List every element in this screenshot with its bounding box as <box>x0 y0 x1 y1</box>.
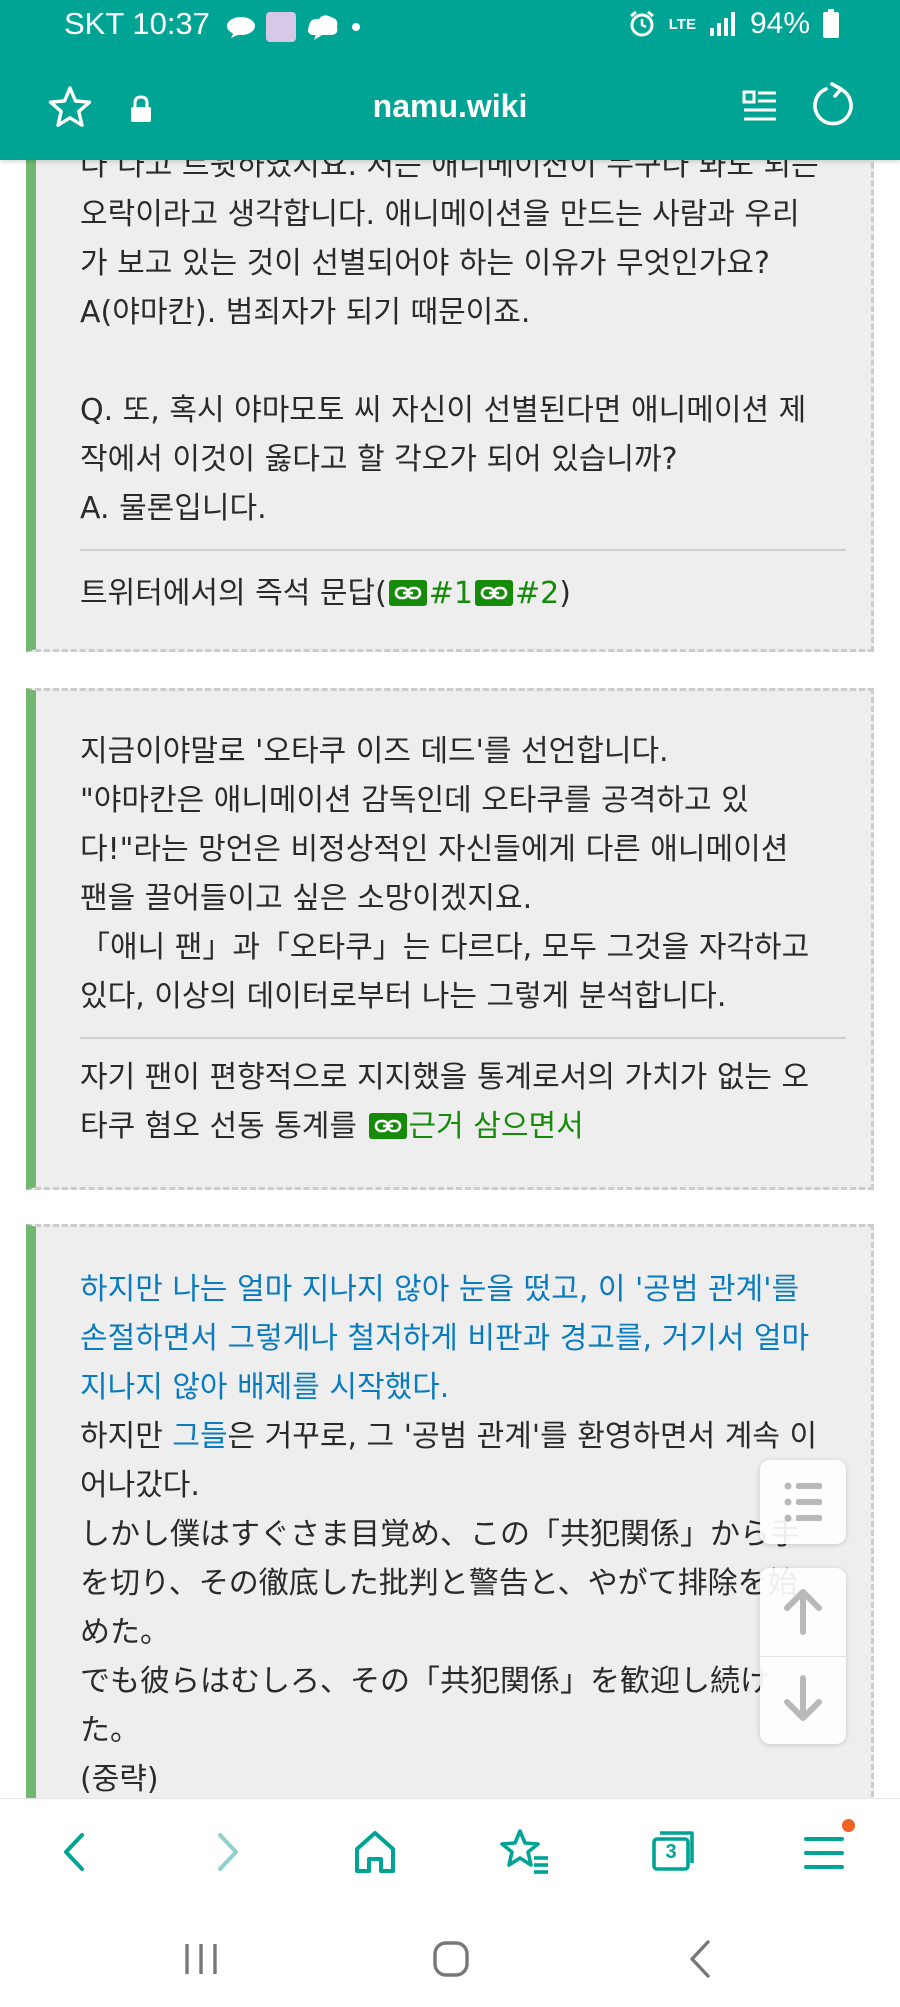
quote-text: 하지만 나는 얼마 지나지 않아 눈을 떴고, 이 '공범 관계'를 손절하면서… <box>80 1265 870 1804</box>
quote-text: 지금이야말로 '오타쿠 이즈 데드'를 선언합니다. "야마칸은 애니메이션 감… <box>80 727 870 1021</box>
profile-image-icon <box>266 12 296 42</box>
status-time: SKT 10:37 <box>64 6 210 41</box>
quote-block-2: 지금이야말로 '오타쿠 이즈 데드'를 선언합니다. "야마칸은 애니메이션 감… <box>26 688 874 1190</box>
quote-line: "야마칸은 애니메이션 감독인데 오타쿠를 공격하고 있 <box>80 783 749 818</box>
status-right: LTE 94% <box>627 7 840 41</box>
quote-line: 지금이야말로 '오타쿠 이즈 데드'를 선언합니다. <box>80 734 669 769</box>
menu-button[interactable] <box>798 1819 855 1879</box>
notification-icons <box>226 12 362 42</box>
tabs-button[interactable]: 3 <box>646 1825 700 1879</box>
tab-count: 3 <box>665 1841 677 1863</box>
quote-source: 자기 팬이 편향적으로 지지했을 통계로서의 가치가 없는 오 타쿠 혐오 선동… <box>80 1053 870 1151</box>
quote-line: A. 물론입니다. <box>80 491 267 526</box>
battery-percent: 94% <box>749 7 810 40</box>
browser-bottom-nav: 3 <box>0 1798 900 1903</box>
scroll-up-icon <box>784 1589 822 1635</box>
quote-line: 작에서 이것이 옳다고 할 각오가 되어 있습니까? <box>80 442 678 477</box>
reader-mode-icon[interactable] <box>740 86 780 126</box>
quote-line: (중략) <box>80 1762 159 1797</box>
external-link-icon[interactable] <box>475 580 514 606</box>
recent-apps-icon[interactable] <box>178 1936 224 1982</box>
quote-line: 「애니 팬」과「오타쿠」는 다르다, 모두 그것을 자각하고 <box>80 930 810 965</box>
quote-line: 하지만 <box>80 1419 173 1454</box>
quote-text: 다 다고 트윗하였지요. 저는 애니메이션이 누구나 봐도 되는 오락이라고 생… <box>80 141 870 533</box>
source-label: 트위터에서의 즉석 문답( <box>80 576 387 611</box>
quote-line: た。 <box>80 1713 140 1748</box>
back-system-icon[interactable] <box>678 1936 724 1982</box>
address-bar: namu.wiki <box>0 58 900 160</box>
quote-line: を切り、その徹底した批判と警告と、やがて排除を始 <box>80 1566 798 1601</box>
scroll-up-button[interactable] <box>760 1568 846 1657</box>
quote-line <box>80 337 870 386</box>
cloud-chat-icon <box>308 15 338 40</box>
scroll-down-icon <box>784 1675 822 1721</box>
network-type: LTE <box>668 15 696 33</box>
bookmarks-icon[interactable] <box>498 1825 552 1879</box>
system-nav-bar <box>0 1902 900 2007</box>
reload-icon[interactable] <box>806 80 858 132</box>
forward-icon[interactable] <box>200 1825 254 1879</box>
quote-block-1: 다 다고 트윗하였지요. 저는 애니메이션이 누구나 봐도 되는 오락이라고 생… <box>26 100 874 652</box>
chat-bubble-icon <box>227 17 255 38</box>
battery-icon <box>823 9 839 38</box>
source-line: 자기 팬이 편향적으로 지지했을 통계로서의 가치가 없는 오 <box>80 1060 810 1095</box>
scroll-down-button[interactable] <box>760 1656 846 1744</box>
back-icon[interactable] <box>48 1825 102 1879</box>
signal-icon <box>709 12 735 36</box>
quote-line: 은 거꾸로, 그 '공범 관계'를 환영하면서 계속 이 <box>227 1419 818 1454</box>
quote-divider <box>80 549 846 551</box>
status-bar: SKT 10:37 LTE 94% <box>0 0 900 58</box>
quote-line: 다!"라는 망언은 비정상적인 자신들에게 다른 애니메이션 <box>80 832 789 867</box>
quote-line: めた。 <box>80 1615 170 1650</box>
quote-line: A(야마칸). 범죄자가 되기 때문이죠. <box>80 295 531 330</box>
quote-line: Q. 또, 혹시 야마모토 씨 자신이 선별된다면 애니메이션 제 <box>80 393 807 428</box>
notification-dot <box>842 1819 855 1832</box>
alarm-icon <box>629 10 654 37</box>
quote-line: でも彼らはむしろ、その「共犯関係」を歓迎し続け <box>80 1664 770 1699</box>
quote-divider <box>80 1037 846 1039</box>
quote-source: 트위터에서의 즉석 문답( #1 #2) <box>80 569 870 618</box>
home-icon[interactable] <box>348 1825 402 1879</box>
source-line: 타쿠 혐오 선동 통계를 <box>80 1109 367 1144</box>
quote-line-highlight: 하지만 나는 얼마 지나지 않아 눈을 떴고, 이 '공범 관계'를 <box>80 1272 800 1307</box>
source-label-end: ) <box>559 576 571 611</box>
quote-line: 가 보고 있는 것이 선별되어야 하는 이유가 무엇인가요? <box>80 246 770 281</box>
dot-icon <box>352 23 360 31</box>
quote-block-3: 하지만 나는 얼마 지나지 않아 눈을 떴고, 이 '공범 관계'를 손절하면서… <box>26 1224 874 1824</box>
toc-button[interactable] <box>760 1460 846 1544</box>
source-link-1[interactable]: #1 <box>429 576 473 611</box>
quote-line-highlight: 손절하면서 그렇게나 철저하게 비판과 경고를, 거기서 얼마 <box>80 1321 810 1356</box>
scroll-controls <box>760 1568 846 1744</box>
quote-line: しかし僕はすぐさま目覚め、この「共犯関係」から手 <box>80 1517 800 1552</box>
source-link[interactable]: 근거 삼으면서 <box>409 1109 584 1144</box>
menu-icon <box>804 1837 844 1869</box>
quote-line-highlight: 지나지 않아 배제를 시작했다. <box>80 1370 450 1405</box>
source-link-2[interactable]: #2 <box>515 576 559 611</box>
toc-icon <box>784 1482 822 1522</box>
quote-link[interactable]: 그들 <box>172 1419 227 1454</box>
home-system-icon[interactable] <box>428 1936 474 1982</box>
quote-line: 있다, 이상의 데이터로부터 나는 그렇게 분석합니다. <box>80 979 727 1014</box>
quote-line: 팬을 끌어들이고 싶은 소망이겠지요. <box>80 881 533 916</box>
quote-line: 어나갔다. <box>80 1468 200 1503</box>
external-link-icon[interactable] <box>368 1113 407 1139</box>
external-link-icon[interactable] <box>388 580 427 606</box>
quote-line: 오락이라고 생각합니다. 애니메이션을 만드는 사람과 우리 <box>80 197 800 232</box>
